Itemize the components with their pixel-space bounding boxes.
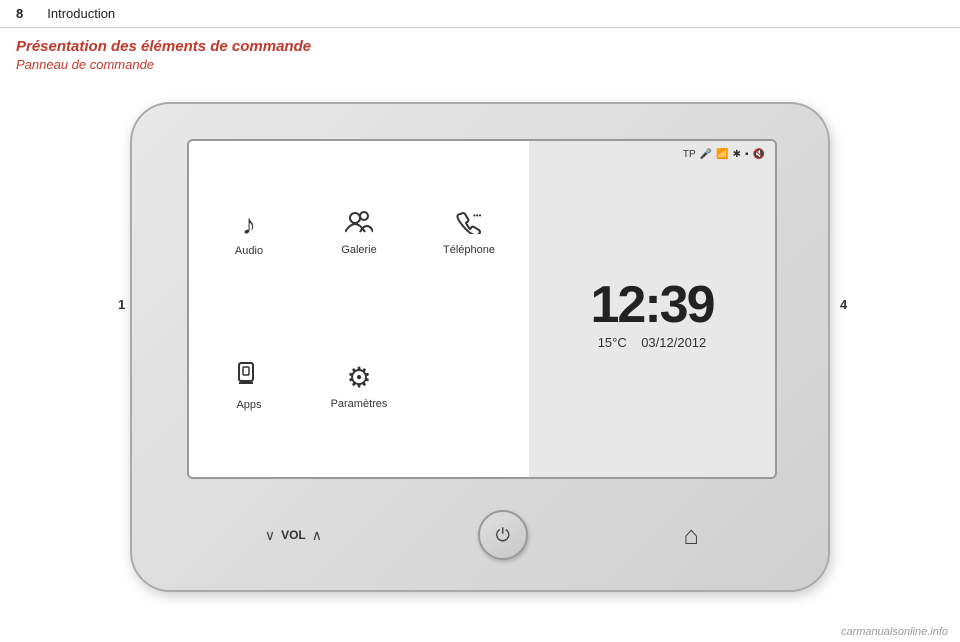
svg-text:•••: ••• bbox=[473, 211, 482, 220]
subtitle-main: Présentation des éléments de commande bbox=[16, 38, 944, 55]
clock-date-value: 03/12/2012 bbox=[641, 335, 706, 350]
mute-status: 🔇 bbox=[753, 149, 765, 160]
home-icon: ⌂ bbox=[683, 520, 699, 551]
page-header: 8 Introduction bbox=[0, 0, 960, 28]
audio-label: Audio bbox=[235, 245, 263, 257]
tp-status: TP bbox=[683, 149, 696, 160]
vol-label: VOL bbox=[281, 528, 306, 542]
clock-date: 15°C 03/12/2012 bbox=[598, 335, 707, 350]
header-title: Introduction bbox=[47, 6, 115, 21]
parametres-icon: ⚙ bbox=[346, 361, 371, 394]
galerie-label: Galerie bbox=[341, 244, 376, 256]
device-body: ♪ Audio Galerie bbox=[130, 102, 830, 592]
menu-item-parametres[interactable]: ⚙ Paramètres bbox=[309, 314, 409, 457]
media-status: ▪ bbox=[745, 149, 749, 160]
subtitle-sub: Panneau de commande bbox=[16, 57, 944, 72]
clock-temp: 15°C bbox=[598, 335, 627, 350]
power-button[interactable]: ⏻ bbox=[478, 510, 528, 560]
menu-item-audio[interactable]: ♪ Audio bbox=[199, 161, 299, 304]
device-screen: ♪ Audio Galerie bbox=[187, 139, 777, 479]
vol-down-button[interactable]: ∨ bbox=[265, 527, 275, 544]
audio-icon: ♪ bbox=[242, 209, 256, 241]
subtitle-section: Présentation des éléments de commande Pa… bbox=[0, 28, 960, 74]
clock-time: 12:39 bbox=[591, 279, 714, 331]
telephone-icon: ••• bbox=[455, 210, 483, 240]
menu-panel: ♪ Audio Galerie bbox=[189, 141, 529, 477]
menu-item-telephone[interactable]: ••• Téléphone bbox=[419, 161, 519, 304]
vol-up-button[interactable]: ∧ bbox=[312, 527, 322, 544]
page-number: 8 bbox=[16, 6, 23, 21]
clock-panel: TP 🎤 📶 ✱ ▪ 🔇 12:39 15°C 03/12/2012 bbox=[529, 141, 775, 477]
apps-icon bbox=[235, 361, 263, 395]
menu-item-apps[interactable]: Apps bbox=[199, 314, 299, 457]
telephone-label: Téléphone bbox=[443, 244, 495, 256]
home-button[interactable]: ⌂ bbox=[683, 520, 699, 551]
signal-status: 📶 bbox=[716, 149, 728, 160]
parametres-label: Paramètres bbox=[331, 398, 388, 410]
status-bar: TP 🎤 📶 ✱ ▪ 🔇 bbox=[539, 149, 765, 160]
mic-status: 🎤 bbox=[700, 149, 712, 160]
footer: carmanualsonline.info bbox=[841, 626, 948, 638]
label-1: 1 bbox=[118, 297, 125, 312]
label-4: 4 bbox=[840, 297, 847, 312]
apps-label: Apps bbox=[236, 399, 261, 411]
galerie-icon bbox=[345, 210, 373, 240]
clock-display: 12:39 15°C 03/12/2012 bbox=[539, 160, 765, 469]
power-icon: ⏻ bbox=[496, 525, 510, 546]
bottom-controls: ∨ VOL ∧ ⏻ ⌂ bbox=[187, 510, 777, 560]
main-content: 1 2 3 4 5 6 7 ♪ Audio bbox=[30, 82, 930, 612]
bt-status: ✱ bbox=[733, 149, 741, 160]
menu-item-galerie[interactable]: Galerie bbox=[309, 161, 409, 304]
volume-control: ∨ VOL ∧ bbox=[265, 527, 322, 544]
